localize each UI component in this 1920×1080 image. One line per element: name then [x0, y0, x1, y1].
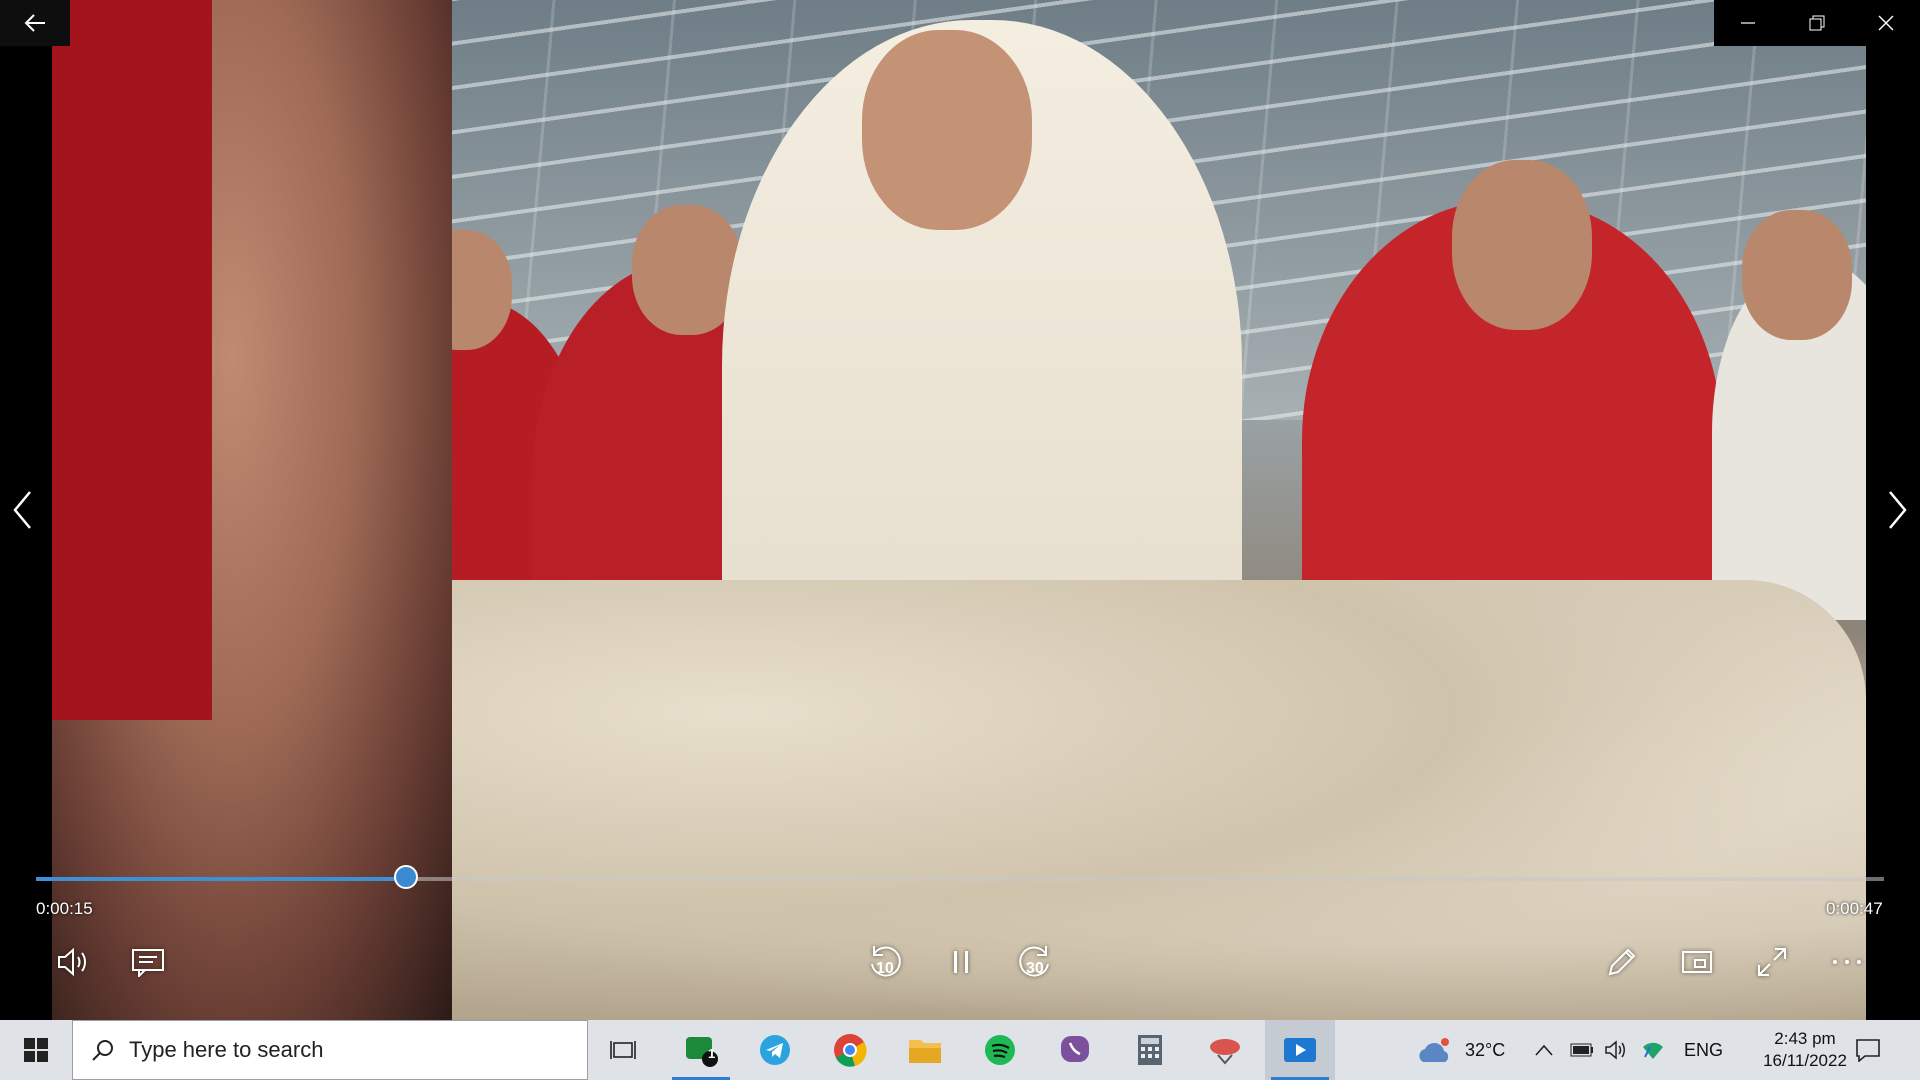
captions-icon [132, 949, 164, 977]
chevron-right-icon [1889, 491, 1907, 529]
windows-icon [24, 1038, 48, 1062]
taskbar-app-viber[interactable] [1040, 1020, 1110, 1080]
notification-icon [1856, 1039, 1880, 1062]
clock[interactable]: 2:43 pm 16/11/2022 [1750, 1028, 1860, 1072]
rewind-label: 10 [876, 960, 894, 977]
clock-date: 16/11/2022 [1763, 1051, 1847, 1070]
mini-view-icon [1682, 951, 1712, 973]
battery-status[interactable] [1570, 1020, 1594, 1080]
snipping-tool-icon [1210, 1039, 1240, 1065]
battery-icon [1570, 1043, 1593, 1057]
taskbar: Type here to search 1 32°C ENG 2:43 pm 1… [0, 1020, 1920, 1080]
task-view-icon [610, 1041, 636, 1059]
speaker-icon [1605, 1040, 1625, 1060]
close-icon [1878, 15, 1894, 31]
show-hidden-icons[interactable] [1535, 1020, 1553, 1080]
person-center-head [862, 30, 1032, 230]
foreground-shirt [52, 0, 212, 720]
weather-temp: 32°C [1465, 1039, 1506, 1060]
next-button[interactable] [1878, 480, 1918, 540]
back-arrow-icon [24, 14, 45, 32]
volume-icon [58, 947, 86, 977]
video-frame[interactable] [52, 0, 1866, 1020]
notifications-button[interactable] [1855, 1020, 1881, 1080]
person-head-4 [1742, 210, 1852, 340]
clock-time: 2:43 pm [1774, 1029, 1836, 1048]
network-status[interactable] [1640, 1020, 1666, 1080]
volume-tray[interactable] [1605, 1020, 1629, 1080]
previous-button[interactable] [2, 480, 42, 540]
chevron-left-icon [13, 491, 31, 529]
pause-icon [954, 951, 968, 973]
taskbar-app-chrome[interactable] [815, 1020, 885, 1080]
search-box[interactable]: Type here to search [72, 1020, 588, 1080]
fullscreen-button[interactable] [1748, 940, 1796, 984]
mini-view-button[interactable] [1673, 940, 1721, 984]
chrome-icon [834, 1034, 867, 1067]
more-icon [1833, 960, 1861, 964]
forward-30-button[interactable]: 30 [1012, 940, 1060, 984]
cloud-icon [1419, 1038, 1449, 1062]
folder-icon [909, 1040, 941, 1063]
play-pause-button[interactable] [937, 940, 985, 984]
taskbar-app-media-player[interactable] [1265, 1020, 1335, 1080]
edit-button[interactable] [1598, 940, 1646, 984]
minimize-button[interactable] [1714, 0, 1783, 46]
taskbar-app-telegram[interactable] [740, 1020, 810, 1080]
seek-bar-thumb[interactable] [393, 865, 418, 889]
taskbar-app-file-explorer[interactable] [890, 1020, 960, 1080]
pencil-icon [1608, 948, 1636, 976]
restore-icon [1809, 15, 1825, 31]
taskbar-app-messages[interactable]: 1 [666, 1020, 736, 1080]
app-badge-count: 1 [708, 1046, 716, 1061]
more-button[interactable] [1823, 940, 1871, 984]
forward-label: 30 [1026, 960, 1044, 977]
input-language[interactable]: ENG [1684, 1020, 1723, 1080]
minimize-icon [1741, 22, 1756, 24]
fullscreen-icon [1758, 948, 1786, 976]
window-controls [1714, 0, 1920, 46]
media-player-icon [1284, 1038, 1316, 1062]
seek-bar-progress [36, 877, 406, 881]
search-placeholder: Type here to search [129, 1037, 324, 1062]
calculator-icon [1138, 1035, 1162, 1065]
chevron-up-icon [1535, 1044, 1553, 1056]
seek-bar[interactable] [36, 865, 1884, 889]
start-button[interactable] [0, 1020, 72, 1080]
search-icon [92, 1040, 113, 1061]
rewind-10-button[interactable]: 10 [860, 940, 908, 984]
captions-button[interactable] [124, 940, 172, 984]
volume-button[interactable] [50, 940, 98, 984]
taskbar-app-spotify[interactable] [965, 1020, 1035, 1080]
total-time: 0:00:47 [1826, 899, 1883, 918]
close-button[interactable] [1851, 0, 1920, 46]
person-head-3 [1452, 160, 1592, 330]
restore-button[interactable] [1783, 0, 1852, 46]
back-button[interactable] [0, 0, 70, 46]
current-time: 0:00:15 [36, 899, 93, 918]
taskbar-app-calculator[interactable] [1115, 1020, 1185, 1080]
telegram-icon [760, 1035, 790, 1065]
taskbar-app-snipping[interactable] [1190, 1020, 1260, 1080]
network-icon [1643, 1042, 1663, 1059]
spotify-icon [985, 1035, 1015, 1065]
task-view-button[interactable] [588, 1020, 658, 1080]
viber-icon [1061, 1036, 1089, 1062]
weather-widget[interactable]: 32°C [1415, 1020, 1505, 1080]
